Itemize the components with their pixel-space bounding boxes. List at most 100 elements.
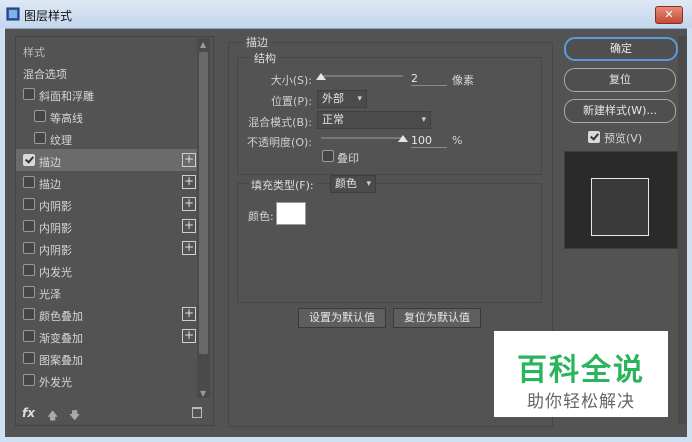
fill-group bbox=[237, 183, 542, 303]
style-list-label: 等高线 bbox=[50, 112, 83, 125]
style-list-label: 样式 bbox=[23, 46, 45, 59]
size-slider[interactable] bbox=[321, 75, 403, 77]
scroll-down-icon[interactable]: ▼ bbox=[200, 389, 206, 398]
overprint-label: 叠印 bbox=[337, 152, 359, 165]
opacity-slider[interactable] bbox=[321, 137, 403, 139]
style-list-item[interactable]: 混合选项 bbox=[16, 61, 201, 83]
reset-button[interactable]: 复位 bbox=[564, 68, 676, 92]
move-down-icon[interactable]: 🡇 bbox=[69, 407, 80, 426]
fx-button[interactable]: fx bbox=[22, 406, 35, 420]
style-list-label: 内阴影 bbox=[39, 244, 72, 257]
style-list-label: 描边 bbox=[39, 178, 61, 191]
style-list-item[interactable]: 图案叠加 bbox=[16, 347, 201, 369]
stroke-section-title: 描边 bbox=[243, 34, 271, 50]
size-unit: 像素 bbox=[452, 74, 474, 87]
style-checkbox[interactable] bbox=[23, 220, 35, 232]
style-checkbox[interactable] bbox=[23, 352, 35, 364]
opacity-unit: % bbox=[452, 134, 463, 147]
preview-label: 预览(V) bbox=[604, 132, 643, 145]
color-swatch[interactable] bbox=[276, 202, 306, 225]
style-list-label: 光泽 bbox=[39, 288, 61, 301]
style-list-label: 斜面和浮雕 bbox=[39, 90, 94, 103]
blend-mode-dropdown[interactable]: 正常 ▾ bbox=[317, 111, 431, 129]
window-frame-right bbox=[687, 28, 692, 442]
overprint-checkbox[interactable] bbox=[322, 150, 334, 162]
style-checkbox[interactable] bbox=[23, 308, 35, 320]
style-list-item[interactable]: 内阴影 + bbox=[16, 215, 201, 237]
style-list-label: 内阴影 bbox=[39, 222, 72, 235]
new-style-button[interactable]: 新建样式(W)... bbox=[564, 99, 676, 123]
add-style-icon[interactable]: + bbox=[182, 197, 196, 211]
style-checkbox[interactable] bbox=[23, 286, 35, 298]
style-list-item[interactable]: 光泽 bbox=[16, 281, 201, 303]
preview-checkbox[interactable] bbox=[588, 131, 600, 143]
style-list-label: 颜色叠加 bbox=[39, 310, 83, 323]
style-list-item[interactable]: 颜色叠加 + bbox=[16, 303, 201, 325]
watermark-subtitle: 助你轻松解决 bbox=[527, 392, 635, 412]
style-list-scroll-thumb[interactable] bbox=[199, 52, 208, 354]
add-style-icon[interactable]: + bbox=[182, 241, 196, 255]
move-up-icon[interactable]: 🡅 bbox=[47, 407, 58, 426]
style-checkbox[interactable] bbox=[23, 242, 35, 254]
style-list-item[interactable]: 描边 + bbox=[16, 171, 201, 193]
style-list-item[interactable]: 外发光 bbox=[16, 369, 201, 391]
chevron-down-icon: ▾ bbox=[366, 179, 371, 189]
size-slider-thumb[interactable] bbox=[316, 73, 326, 80]
add-style-icon[interactable]: + bbox=[182, 219, 196, 233]
watermark: 百科全说 助你轻松解决 bbox=[494, 331, 668, 417]
style-list-label: 内阴影 bbox=[39, 200, 72, 213]
fill-type-label: 填充类型(F): bbox=[248, 177, 317, 193]
opacity-field[interactable]: 100 bbox=[411, 134, 447, 148]
style-checkbox[interactable] bbox=[34, 110, 46, 122]
style-checkbox[interactable] bbox=[23, 374, 35, 386]
style-list-item[interactable]: 样式 bbox=[16, 39, 201, 61]
position-dropdown[interactable]: 外部 ▾ bbox=[317, 90, 367, 108]
style-list-label: 混合选项 bbox=[23, 68, 67, 81]
window-title: 图层样式 bbox=[24, 9, 73, 23]
chevron-down-icon: ▾ bbox=[357, 94, 362, 104]
style-list-item[interactable]: 内阴影 + bbox=[16, 237, 201, 259]
style-checkbox[interactable] bbox=[23, 264, 35, 276]
style-checkbox[interactable] bbox=[23, 330, 35, 342]
opacity-slider-thumb[interactable] bbox=[398, 135, 408, 142]
add-style-icon[interactable]: + bbox=[182, 307, 196, 321]
style-list-item[interactable]: 内阴影 + bbox=[16, 193, 201, 215]
add-style-icon[interactable]: + bbox=[182, 329, 196, 343]
position-value: 外部 bbox=[322, 92, 344, 105]
style-list-item[interactable]: 描边 + bbox=[16, 149, 201, 171]
preview-shape bbox=[591, 178, 649, 236]
ok-button[interactable]: 确定 bbox=[564, 37, 678, 61]
fill-type-dropdown[interactable]: 颜色 ▾ bbox=[330, 175, 376, 193]
blend-mode-label: 混合模式(B): bbox=[248, 116, 312, 129]
chevron-down-icon: ▾ bbox=[421, 115, 426, 125]
style-list-label: 纹理 bbox=[50, 134, 72, 147]
style-list-item[interactable]: 渐变叠加 + bbox=[16, 325, 201, 347]
style-list: 样式 混合选项 斜面和浮雕 等高线 纹理 描边 + 描边 + 内阴影 + 内阴影 + 内阴影 + 内发光 光泽颜… bbox=[15, 36, 214, 426]
set-default-button[interactable]: 设置为默认值 bbox=[298, 308, 386, 328]
style-list-item[interactable]: 等高线 bbox=[16, 105, 201, 127]
window-frame-bottom bbox=[0, 437, 692, 442]
app-icon bbox=[6, 7, 20, 21]
size-field[interactable]: 2 bbox=[411, 72, 447, 86]
style-list-label: 内发光 bbox=[39, 266, 72, 279]
add-style-icon[interactable]: + bbox=[182, 153, 196, 167]
style-checkbox[interactable] bbox=[23, 198, 35, 210]
style-list-label: 图案叠加 bbox=[39, 354, 83, 367]
reset-default-button[interactable]: 复位为默认值 bbox=[393, 308, 481, 328]
style-checkbox[interactable] bbox=[23, 176, 35, 188]
style-checkbox[interactable] bbox=[34, 132, 46, 144]
style-checkbox[interactable] bbox=[23, 154, 35, 166]
trash-icon[interactable] bbox=[192, 407, 202, 418]
style-list-item[interactable]: 斜面和浮雕 bbox=[16, 83, 201, 105]
close-button[interactable]: ✕ bbox=[655, 6, 683, 24]
style-list-label: 外发光 bbox=[39, 376, 72, 389]
blend-mode-value: 正常 bbox=[322, 113, 344, 126]
scroll-up-icon[interactable]: ▲ bbox=[200, 40, 206, 49]
style-checkbox[interactable] bbox=[23, 88, 35, 100]
add-style-icon[interactable]: + bbox=[182, 175, 196, 189]
window-frame-left bbox=[0, 28, 5, 442]
right-scrollbar[interactable] bbox=[678, 36, 687, 424]
style-list-item[interactable]: 纹理 bbox=[16, 127, 201, 149]
watermark-title: 百科全说 bbox=[517, 353, 645, 388]
style-list-item[interactable]: 内发光 bbox=[16, 259, 201, 281]
